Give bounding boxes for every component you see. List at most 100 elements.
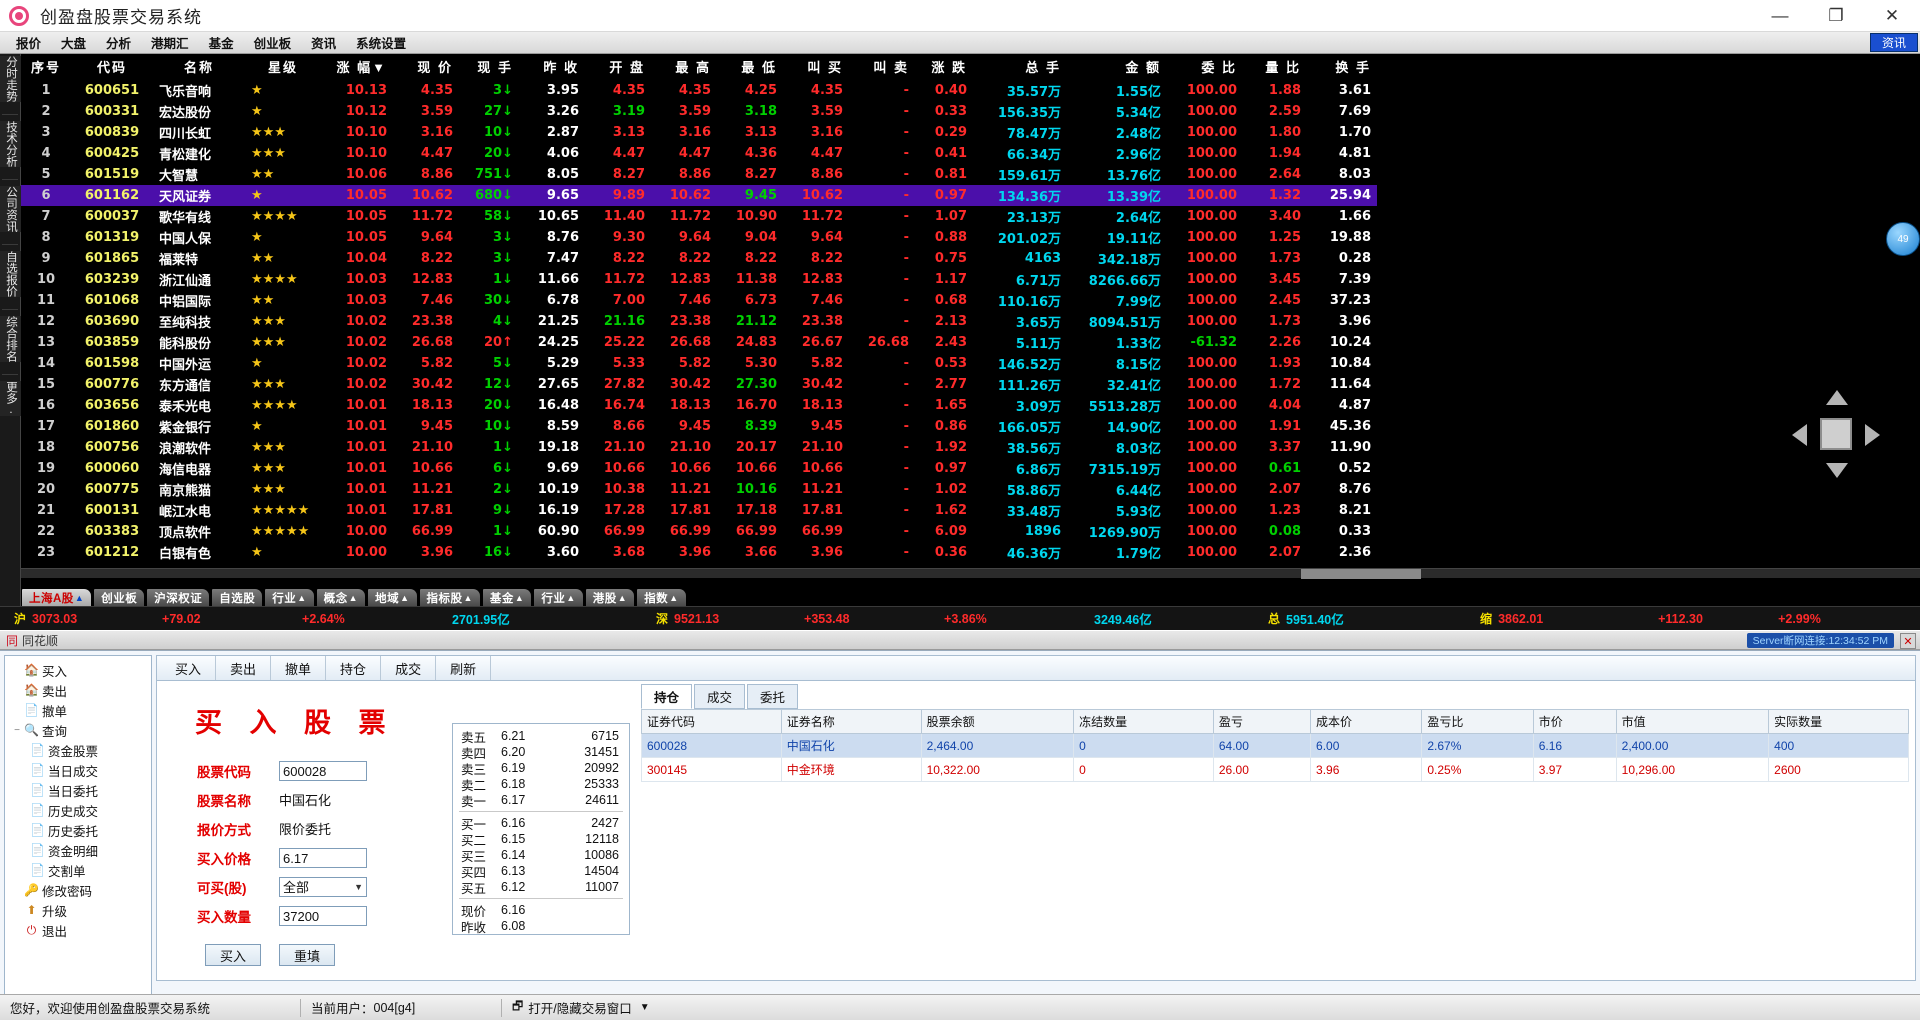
table-row[interactable]: 6 601162 天风证券 ★ 10.05 10.62 680↓ 9.65 9.89 10.62 9…: [21, 185, 1377, 206]
quantity-input[interactable]: 37200: [279, 905, 367, 926]
table-row[interactable]: 19 600060 海信电器 ★★★ 10.01 10.66 6↓ 9.69 10.66 10.6…: [21, 458, 1377, 479]
table-row[interactable]: 21 600131 岷江水电 ★★★★★ 10.01 17.81 9↓ 16.19 17.28 1…: [21, 500, 1377, 521]
table-row[interactable]: 300145 中金环境 10,322.00 0 26.00 3.96 0.25% 3.97 10…: [641, 757, 1909, 782]
category-tab-9[interactable]: 行业 ▲: [533, 588, 584, 606]
tree-item-8[interactable]: 📄 历史委托: [7, 820, 149, 840]
table-row[interactable]: 5 601519 大智慧 ★★ 10.06 8.86 751↓ 8.05 8.27 8.86 8.2…: [21, 164, 1377, 185]
table-row[interactable]: 13 603859 能科股份 ★★★ 10.02 26.68 20↑ 24.25 25.22 26…: [21, 332, 1377, 353]
tree-item-6[interactable]: 📄 当日委托: [7, 780, 149, 800]
menu-item-3[interactable]: 港期汇: [141, 32, 199, 53]
table-row[interactable]: 15 600776 东方通信 ★★★ 10.02 30.42 12↓ 27.65 27.82 30…: [21, 374, 1377, 395]
holdings-col-2[interactable]: 股票余额: [920, 709, 1075, 734]
available-select[interactable]: 全部 ▼: [279, 876, 367, 897]
col-stars[interactable]: 星级: [245, 54, 321, 80]
category-tab-2[interactable]: 沪深权证: [146, 588, 211, 606]
scrollbar-thumb[interactable]: [1301, 569, 1421, 579]
menu-item-6[interactable]: 资讯: [301, 32, 346, 53]
holdings-col-8[interactable]: 市值: [1615, 709, 1770, 734]
menu-item-0[interactable]: 报价: [6, 32, 51, 53]
holdings-col-6[interactable]: 盈亏比: [1421, 709, 1534, 734]
trade-tab-5[interactable]: 刷新: [436, 656, 492, 680]
tree-item-4[interactable]: 📄 资金股票: [7, 740, 149, 760]
toggle-trade-window-button[interactable]: 🗗 打开/隐藏交易窗口 ▼: [502, 995, 660, 1020]
menu-item-2[interactable]: 分析: [96, 32, 141, 53]
category-tab-0[interactable]: 上海A股 ▲: [21, 588, 93, 606]
tree-item-5[interactable]: 📄 当日成交: [7, 760, 149, 780]
rail-item-4[interactable]: 综合排名: [0, 316, 21, 362]
col-low[interactable]: 最 低: [717, 54, 783, 80]
col-change-pct[interactable]: 涨 幅▼: [321, 54, 393, 80]
category-tab-1[interactable]: 创业板: [93, 588, 146, 606]
floating-badge-icon[interactable]: 49: [1886, 222, 1920, 256]
col-ask[interactable]: 叫 卖: [849, 54, 915, 80]
reset-form-button[interactable]: 重填: [279, 944, 335, 966]
col-bid[interactable]: 叫 买: [783, 54, 849, 80]
dpad-up-icon[interactable]: [1826, 390, 1848, 405]
maximize-button[interactable]: ❐: [1808, 0, 1864, 32]
tree-item-0[interactable]: 🏠 买入: [7, 660, 149, 680]
table-row[interactable]: 10 603239 浙江仙通 ★★★★ 10.03 12.83 1↓ 11.66 11.72 12…: [21, 269, 1377, 290]
col-high[interactable]: 最 高: [651, 54, 717, 80]
col-name[interactable]: 名称: [153, 54, 245, 80]
minimize-button[interactable]: —: [1752, 0, 1808, 32]
holdings-col-3[interactable]: 冻结数量: [1073, 709, 1214, 734]
holdings-col-1[interactable]: 证券名称: [780, 709, 922, 734]
col-index[interactable]: 序号: [21, 54, 71, 80]
holdings-col-9[interactable]: 实际数量: [1768, 709, 1909, 734]
col-order-ratio[interactable]: 委 比: [1167, 54, 1243, 80]
horizontal-scrollbar[interactable]: [21, 568, 1920, 579]
tree-expander-icon[interactable]: −: [11, 725, 23, 736]
table-row[interactable]: 22 603383 顶点软件 ★★★★★ 10.00 66.99 1↓ 60.90 66.99 6…: [21, 521, 1377, 542]
category-tab-5[interactable]: 概念 ▲: [315, 588, 367, 606]
col-turnover[interactable]: 换 手: [1307, 54, 1377, 80]
col-vol-ratio[interactable]: 量 比: [1243, 54, 1307, 80]
holdings-tab-1[interactable]: 成交: [694, 684, 746, 709]
col-volume[interactable]: 总 手: [973, 54, 1067, 80]
tree-item-12[interactable]: ⬆ 升级: [7, 900, 149, 920]
dpad-right-icon[interactable]: [1865, 424, 1880, 446]
table-row[interactable]: 16 603656 泰禾光电 ★★★★ 10.01 18.13 20↓ 16.48 16.74 1…: [21, 395, 1377, 416]
table-row[interactable]: 18 600756 浪潮软件 ★★★ 10.01 21.10 1↓ 19.18 21.10 21.…: [21, 437, 1377, 458]
dpad-center-button[interactable]: [1820, 418, 1852, 450]
table-row[interactable]: 8 601319 中国人保 ★ 10.05 9.64 3↓ 8.76 9.30 9.64 9.04 9…: [21, 227, 1377, 248]
rail-item-1[interactable]: 技术分析: [0, 121, 21, 167]
rail-item-2[interactable]: 公司资讯: [0, 186, 21, 232]
col-current-hand[interactable]: 现 手: [459, 54, 519, 80]
tree-item-7[interactable]: 📄 历史成交: [7, 800, 149, 820]
dpad-left-icon[interactable]: [1792, 424, 1807, 446]
trade-tab-1[interactable]: 卖出: [216, 656, 272, 680]
menu-item-5[interactable]: 创业板: [244, 32, 302, 53]
category-tab-6[interactable]: 地域 ▲: [367, 588, 418, 606]
tree-item-9[interactable]: 📄 资金明细: [7, 840, 149, 860]
close-button[interactable]: ✕: [1864, 0, 1920, 32]
tree-item-13[interactable]: ⏻ 退出: [7, 920, 149, 940]
submit-buy-button[interactable]: 买入: [205, 944, 261, 966]
table-row[interactable]: 20 600775 南京熊猫 ★★★ 10.01 11.21 2↓ 10.19 10.38 11.…: [21, 479, 1377, 500]
menu-item-7[interactable]: 系统设置: [346, 32, 416, 53]
col-delta[interactable]: 涨 跌: [915, 54, 973, 80]
table-row[interactable]: 11 601068 中铝国际 ★★ 10.03 7.46 30↓ 6.78 7.00 7.46 6.…: [21, 290, 1377, 311]
category-tab-3[interactable]: 自选股: [211, 588, 264, 606]
table-row[interactable]: 3 600839 四川长虹 ★★★ 10.10 3.16 10↓ 2.87 3.13 3.16 3.…: [21, 122, 1377, 143]
holdings-col-7[interactable]: 市价: [1532, 709, 1617, 734]
category-tab-8[interactable]: 基金 ▲: [481, 588, 533, 606]
navigation-dpad[interactable]: [1792, 390, 1880, 478]
broker-close-icon[interactable]: ✕: [1900, 633, 1916, 649]
rail-item-3[interactable]: 自选报价: [0, 251, 21, 297]
tree-item-1[interactable]: 🏠 卖出: [7, 680, 149, 700]
holdings-col-4[interactable]: 盈亏: [1212, 709, 1312, 734]
table-row[interactable]: 12 603690 至纯科技 ★★★ 10.02 23.38 4↓ 21.25 21.16 23.…: [21, 311, 1377, 332]
col-code[interactable]: 代码: [71, 54, 153, 80]
col-open[interactable]: 开 盘: [585, 54, 651, 80]
stock-code-input[interactable]: 600028: [279, 760, 367, 781]
tree-item-11[interactable]: 🔑 修改密码: [7, 880, 149, 900]
trade-tab-2[interactable]: 撤单: [271, 656, 327, 680]
dpad-down-icon[interactable]: [1826, 463, 1848, 478]
category-tab-11[interactable]: 指数 ▲: [636, 588, 687, 606]
table-row[interactable]: 1 600651 飞乐音响 ★ 10.13 4.35 3↓ 3.95 4.35 4.35 4.25 4…: [21, 80, 1377, 101]
table-row[interactable]: 7 600037 歌华有线 ★★★★ 10.05 11.72 58↓ 10.65 11.40 11…: [21, 206, 1377, 227]
rail-item-5[interactable]: 更多.: [0, 381, 21, 416]
menu-item-1[interactable]: 大盘: [51, 32, 96, 53]
category-tab-7[interactable]: 指标股 ▲: [418, 588, 481, 606]
trade-tab-0[interactable]: 买入: [161, 656, 217, 680]
